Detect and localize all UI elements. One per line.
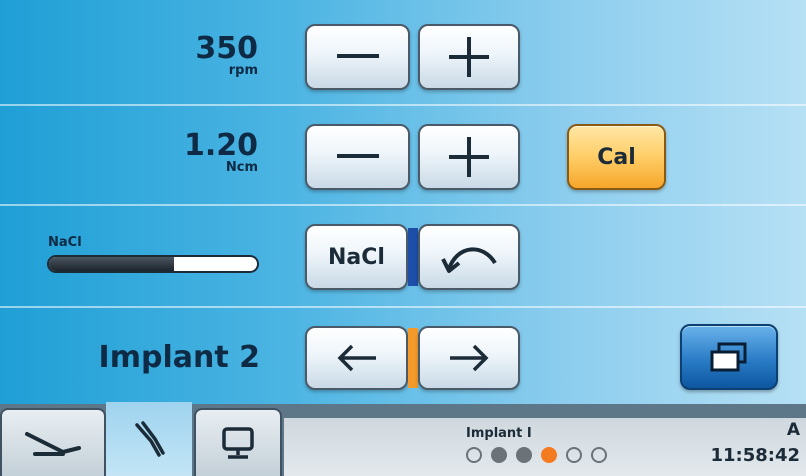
program-indicator-bar	[408, 328, 418, 388]
speed-value: 350	[195, 31, 258, 66]
windows-icon	[710, 342, 747, 372]
step-dot-filled	[491, 447, 507, 463]
cal-button[interactable]: Cal	[567, 124, 666, 190]
speed-minus-button[interactable]	[305, 24, 410, 90]
torque-minus-button[interactable]	[305, 124, 410, 190]
row-separator	[0, 306, 806, 308]
arrow-right-icon	[450, 344, 489, 372]
monitor-icon	[222, 427, 254, 459]
coolant-button[interactable]: NaCl	[305, 224, 408, 290]
tab-instrument[interactable]	[106, 402, 192, 476]
step-dot-empty	[466, 447, 482, 463]
minus-icon	[336, 154, 379, 158]
speed-unit: rpm	[228, 63, 258, 78]
instrument-icon	[135, 421, 165, 457]
coolant-level-bar	[47, 255, 259, 273]
coolant-level-fill	[49, 257, 174, 271]
speed-plus-button[interactable]	[418, 24, 520, 90]
rotation-direction-button[interactable]	[418, 224, 520, 290]
torque-value: 1.20	[183, 128, 258, 163]
handpiece-icon	[25, 432, 81, 456]
speed-value-block: 350 rpm	[150, 34, 258, 78]
tab-handpiece[interactable]	[0, 408, 106, 476]
window-switch-button[interactable]	[680, 324, 778, 390]
row-separator	[0, 104, 806, 106]
torque-value-block: 1.20 Ncm	[150, 131, 258, 175]
step-dot-active	[541, 447, 557, 463]
arrow-left-icon	[337, 344, 376, 372]
plus-icon	[449, 37, 489, 77]
rotate-direction-icon	[441, 247, 497, 273]
torque-unit: Ncm	[225, 160, 258, 175]
status-clock: 11:58:42	[710, 445, 800, 466]
row-separator	[0, 204, 806, 206]
coolant-label: NaCl	[48, 235, 82, 250]
status-program-name: Implant I	[466, 426, 532, 441]
coolant-indicator-bar	[408, 228, 418, 286]
program-name: Implant 2	[98, 340, 260, 375]
next-step-button[interactable]	[418, 326, 520, 390]
torque-plus-button[interactable]	[418, 124, 520, 190]
minus-icon	[336, 54, 379, 58]
previous-step-button[interactable]	[305, 326, 408, 390]
status-mode-letter: A	[786, 420, 800, 440]
plus-icon	[449, 137, 489, 177]
drill-control-screen: 350 rpm 1.20 Ncm Cal NaCl NaCl Implant 2	[0, 0, 806, 476]
step-dot-empty	[591, 447, 607, 463]
tab-monitor[interactable]	[194, 408, 282, 476]
step-dot-empty	[566, 447, 582, 463]
step-dot-filled	[516, 447, 532, 463]
